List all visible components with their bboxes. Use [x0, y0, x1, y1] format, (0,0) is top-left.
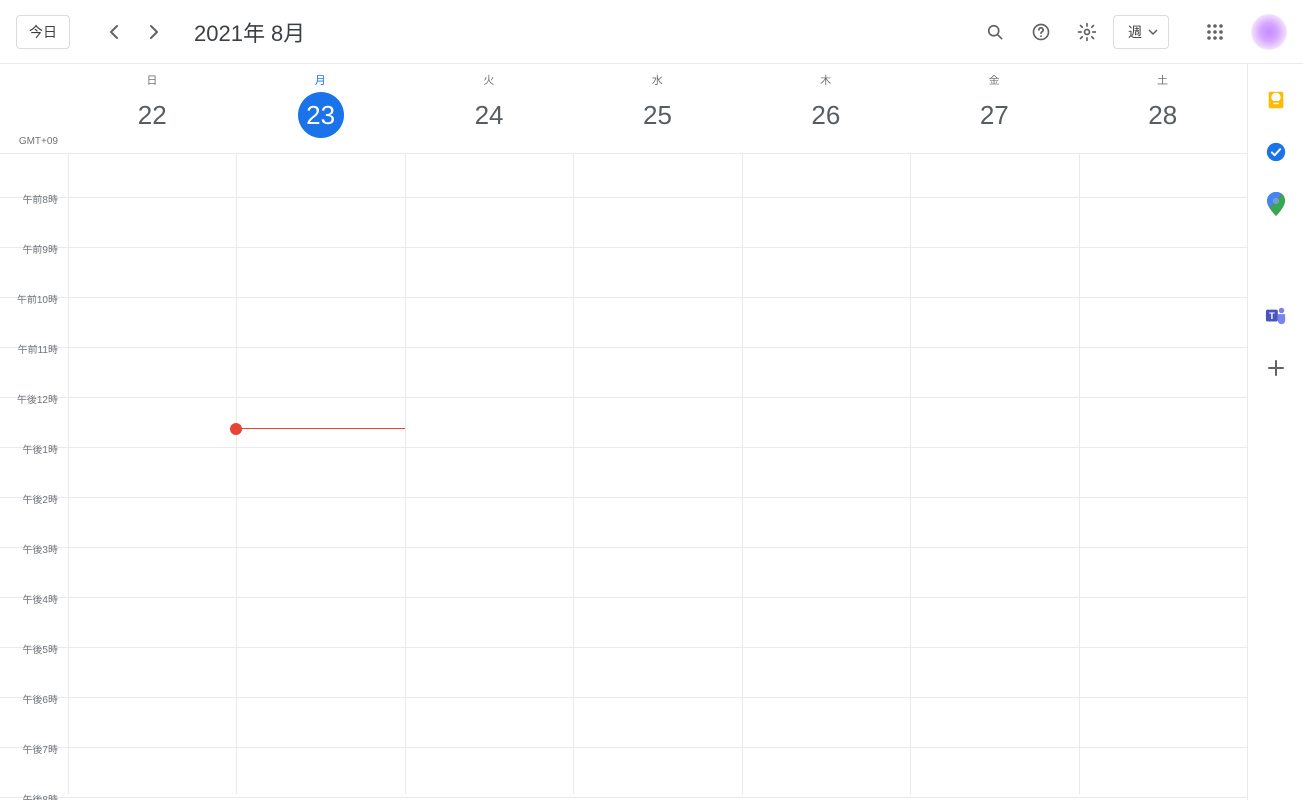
- hour-row[interactable]: [68, 154, 1247, 198]
- grid-area[interactable]: [68, 154, 1247, 794]
- account-avatar[interactable]: [1251, 14, 1287, 50]
- day-number[interactable]: 22: [129, 92, 175, 138]
- day-of-week-label: 月: [315, 72, 326, 88]
- day-header-4[interactable]: 木 26: [742, 64, 910, 153]
- hour-row[interactable]: [68, 298, 1247, 348]
- search-icon: [985, 22, 1005, 42]
- time-label-column: 午前7時午前8時午前9時午前10時午前11時午後12時午後1時午後2時午後3時午…: [0, 154, 68, 794]
- hour-label: 午後7時: [22, 741, 58, 756]
- day-of-week-label: 木: [820, 72, 831, 88]
- add-addon-button[interactable]: [1264, 356, 1288, 380]
- hour-row[interactable]: [68, 448, 1247, 498]
- today-button[interactable]: 今日: [16, 15, 70, 49]
- timezone-label: GMT+09: [0, 136, 68, 147]
- hour-row[interactable]: [68, 398, 1247, 448]
- time-grid[interactable]: 午前7時午前8時午前9時午前10時午前11時午後12時午後1時午後2時午後3時午…: [0, 154, 1247, 800]
- calendar: GMT+09 日22月23火24水25木26金27土28 午前7時午前8時午前9…: [0, 64, 1247, 800]
- day-number[interactable]: 26: [803, 92, 849, 138]
- hour-label: 午前8時: [22, 191, 58, 206]
- day-header-1[interactable]: 月 23: [236, 64, 404, 153]
- hour-row[interactable]: [68, 648, 1247, 698]
- view-switcher[interactable]: 週: [1113, 15, 1169, 49]
- hour-label: 午後2時: [22, 491, 58, 506]
- day-number[interactable]: 28: [1140, 92, 1186, 138]
- hour-row[interactable]: [68, 498, 1247, 548]
- hour-label: 午前11時: [18, 341, 58, 356]
- day-of-week-label: 水: [652, 72, 663, 88]
- settings-button[interactable]: [1067, 12, 1107, 52]
- chevron-left-icon: [109, 24, 119, 40]
- day-header-5[interactable]: 金 27: [910, 64, 1078, 153]
- day-number[interactable]: 27: [971, 92, 1017, 138]
- day-header-row: 日 22 月 23 火 24 水 25 木 26 金 27 土 28: [0, 64, 1247, 154]
- view-switcher-label: 週: [1128, 22, 1142, 42]
- day-number[interactable]: 25: [634, 92, 680, 138]
- hour-label: 午後8時: [22, 791, 58, 800]
- hour-row[interactable]: [68, 248, 1247, 298]
- chevron-right-icon: [149, 24, 159, 40]
- hour-label: 午後4時: [22, 591, 58, 606]
- hour-label: 午後3時: [22, 541, 58, 556]
- nav-arrows: [94, 12, 174, 52]
- hour-row[interactable]: [68, 698, 1247, 748]
- hour-label: 午前10時: [17, 291, 58, 306]
- hour-row[interactable]: [68, 598, 1247, 648]
- day-of-week-label: 日: [147, 72, 158, 88]
- keep-icon[interactable]: [1264, 88, 1288, 112]
- hour-label: 午後12時: [17, 391, 58, 406]
- hour-label: 午前9時: [22, 241, 58, 256]
- day-of-week-label: 金: [989, 72, 1000, 88]
- teams-icon[interactable]: T: [1264, 304, 1288, 328]
- day-header-3[interactable]: 水 25: [573, 64, 741, 153]
- caret-down-icon: [1148, 29, 1158, 35]
- next-week-button[interactable]: [134, 12, 174, 52]
- hour-row[interactable]: [68, 348, 1247, 398]
- day-header-0[interactable]: 日 22: [68, 64, 236, 153]
- tasks-icon[interactable]: [1264, 140, 1288, 164]
- hour-row[interactable]: [68, 198, 1247, 248]
- day-header-6[interactable]: 土 28: [1079, 64, 1247, 153]
- svg-text:T: T: [1269, 311, 1275, 321]
- hour-label: 午後1時: [22, 441, 58, 456]
- help-button[interactable]: [1021, 12, 1061, 52]
- search-button[interactable]: [975, 12, 1015, 52]
- header: 今日 2021年 8月: [0, 0, 1303, 64]
- hour-row[interactable]: [68, 748, 1247, 798]
- hour-label: 午後5時: [22, 641, 58, 656]
- hour-row[interactable]: [68, 548, 1247, 598]
- day-number[interactable]: 24: [466, 92, 512, 138]
- day-of-week-label: 火: [483, 72, 494, 88]
- date-range-title: 2021年 8月: [194, 16, 305, 48]
- gear-icon: [1077, 22, 1097, 42]
- help-icon: [1031, 22, 1051, 42]
- day-number[interactable]: 23: [298, 92, 344, 138]
- prev-week-button[interactable]: [94, 12, 134, 52]
- google-apps-button[interactable]: [1195, 12, 1235, 52]
- day-header-2[interactable]: 火 24: [405, 64, 573, 153]
- apps-grid-icon: [1206, 23, 1224, 41]
- side-panel: T: [1247, 64, 1303, 800]
- day-of-week-label: 土: [1157, 72, 1168, 88]
- maps-icon[interactable]: [1264, 192, 1288, 216]
- hour-label: 午後6時: [22, 691, 58, 706]
